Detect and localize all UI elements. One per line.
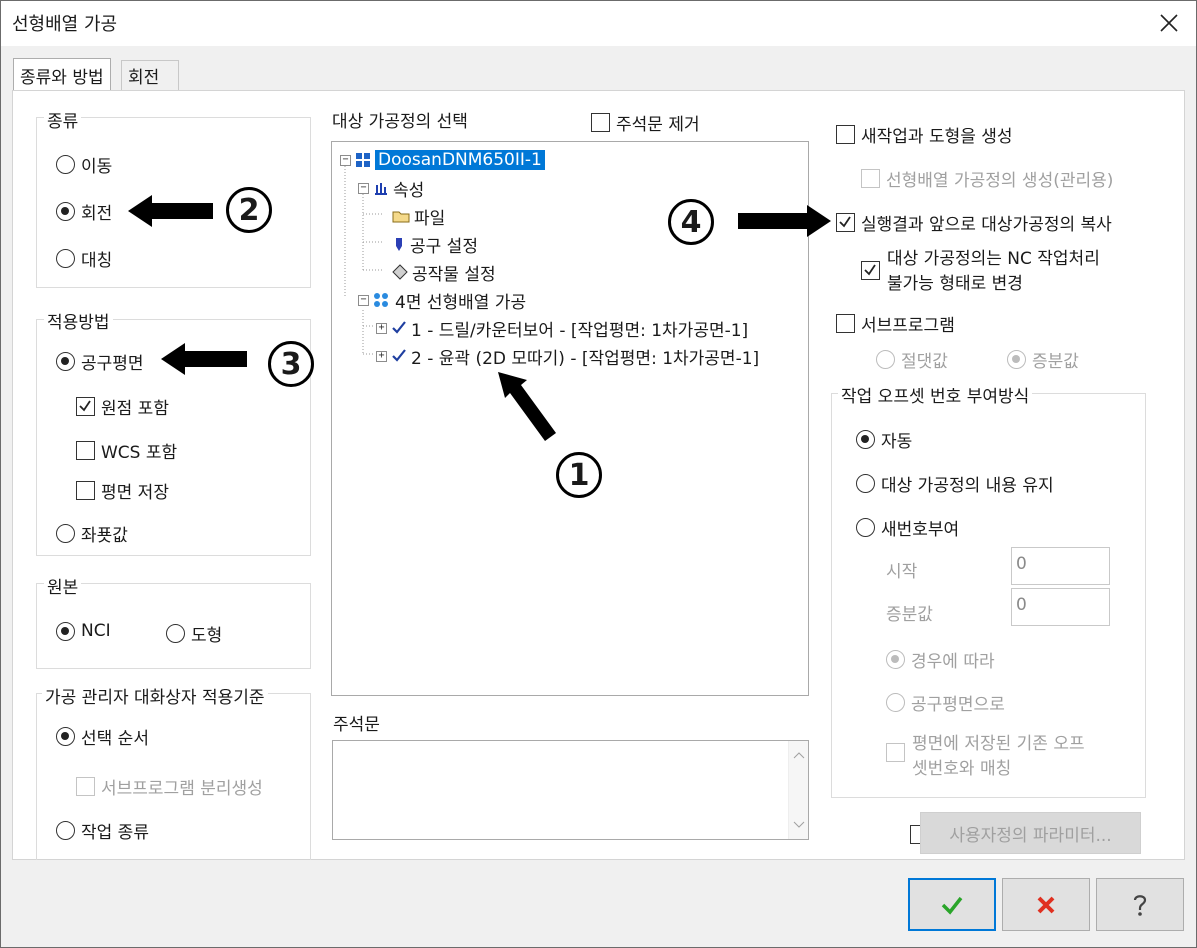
arrow-1 bbox=[498, 372, 556, 441]
callout-1: 1 bbox=[556, 452, 602, 498]
arrow-4 bbox=[738, 205, 831, 237]
arrow-3 bbox=[161, 343, 247, 375]
arrow-2 bbox=[128, 195, 213, 227]
callout-4: 4 bbox=[668, 199, 714, 245]
callout-3: 3 bbox=[268, 341, 314, 387]
callout-2: 2 bbox=[226, 187, 272, 233]
